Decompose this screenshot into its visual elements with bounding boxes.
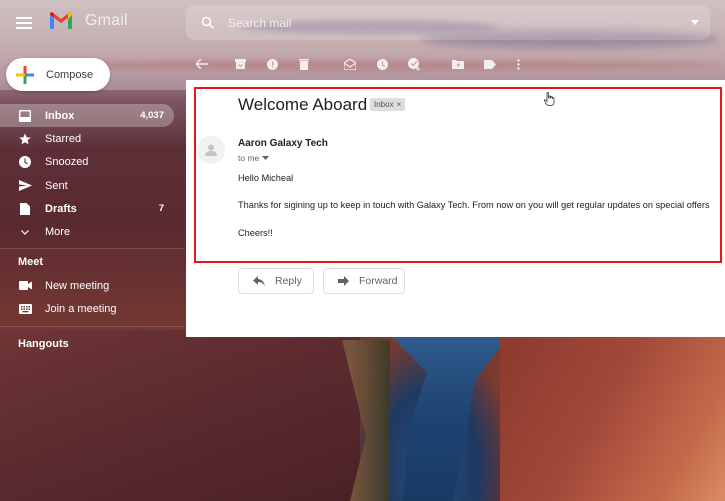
recipient-text: to me [238,153,260,163]
reply-label: Reply [275,275,302,287]
sender-name: Aaron Galaxy Tech [238,138,328,149]
sidebar-item-label: Starred [45,132,82,145]
compose-plus-icon [16,65,34,84]
hand-pointer-cursor [544,91,555,109]
sidebar-item-snoozed[interactable]: Snoozed [0,151,174,174]
sidebar-item-label: Drafts [45,202,77,215]
sidebar-item-more[interactable]: More [0,220,174,243]
search-options-caret-icon[interactable] [680,20,710,25]
search-input[interactable] [228,15,680,30]
sender-avatar[interactable] [197,136,225,164]
reply-arrow-icon [253,276,265,286]
gmail-logo-icon[interactable] [48,11,74,31]
background-canyon-right [500,330,725,501]
person-icon [205,144,217,156]
move-to-icon[interactable] [446,52,470,76]
clock-icon [18,155,32,169]
sidebar-item-drafts[interactable]: Drafts 7 [0,197,174,220]
gmail-wordmark: Gmail [85,12,128,29]
compose-button[interactable]: Compose [6,58,110,91]
email-subject: Welcome Aboard [238,95,368,114]
keyboard-icon [18,302,32,316]
meet-section-title: Meet [18,256,44,268]
video-camera-icon [18,279,32,293]
archive-icon[interactable] [228,52,252,76]
sidebar-item-join-meeting[interactable]: Join a meeting [0,297,174,320]
inbox-icon [18,109,32,123]
reply-button[interactable]: Reply [238,268,314,294]
sidebar-item-label: Sent [45,179,68,192]
compose-label: Compose [46,68,94,81]
unread-count: 4,037 [140,110,164,122]
sidebar-item-new-meeting[interactable]: New meeting [0,274,174,297]
sidebar-item-label: Snoozed [45,156,89,169]
star-icon [18,132,32,146]
sidebar-item-label: Join a meeting [45,302,117,315]
email-body-greeting: Hello Micheal [238,173,294,183]
send-icon [18,179,32,193]
search-bar[interactable] [186,5,710,40]
chevron-down-icon [18,225,32,239]
message-toolbar [190,52,530,76]
forward-button[interactable]: Forward [323,268,405,294]
draft-icon [18,202,32,216]
background-river [385,330,513,501]
delete-icon[interactable] [292,52,316,76]
sidebar-nav: Inbox 4,037 Starred Snoozed Sent Drafts … [0,104,174,244]
meet-nav: New meeting Join a meeting [0,274,174,321]
snooze-icon[interactable] [370,52,394,76]
mark-unread-icon[interactable] [338,52,362,76]
hamburger-menu-icon[interactable] [14,14,34,30]
hangouts-section-title: Hangouts [18,338,69,350]
more-vertical-icon[interactable] [506,52,530,76]
label-chip-text: Inbox [374,100,394,109]
inbox-label-chip[interactable]: Inbox × [370,98,406,111]
report-spam-icon[interactable] [260,52,284,76]
search-icon[interactable] [188,16,228,30]
caret-down-icon [262,156,270,160]
sidebar-item-label: New meeting [45,279,110,292]
draft-count: 7 [158,203,164,215]
email-body-paragraph: Thanks for sigining up to keep in touch … [238,200,710,210]
sidebar-divider [0,326,185,327]
email-body-signoff: Cheers!! [238,228,273,238]
sidebar-item-sent[interactable]: Sent [0,174,174,197]
recipient-details-toggle[interactable]: to me [238,153,270,163]
background-canyon-left [0,330,360,501]
label-icon[interactable] [478,52,502,76]
forward-arrow-icon [338,276,349,286]
back-arrow-icon[interactable] [190,52,214,76]
sidebar-item-starred[interactable]: Starred [0,127,174,150]
background-riverbank [342,340,390,501]
sidebar-item-inbox[interactable]: Inbox 4,037 [0,104,174,128]
sidebar-divider [0,248,185,249]
sidebar-item-label: More [45,226,71,239]
forward-label: Forward [359,275,398,287]
sidebar-item-label: Inbox [45,109,75,122]
remove-label-icon[interactable]: × [397,100,402,109]
add-to-tasks-icon[interactable] [402,52,426,76]
